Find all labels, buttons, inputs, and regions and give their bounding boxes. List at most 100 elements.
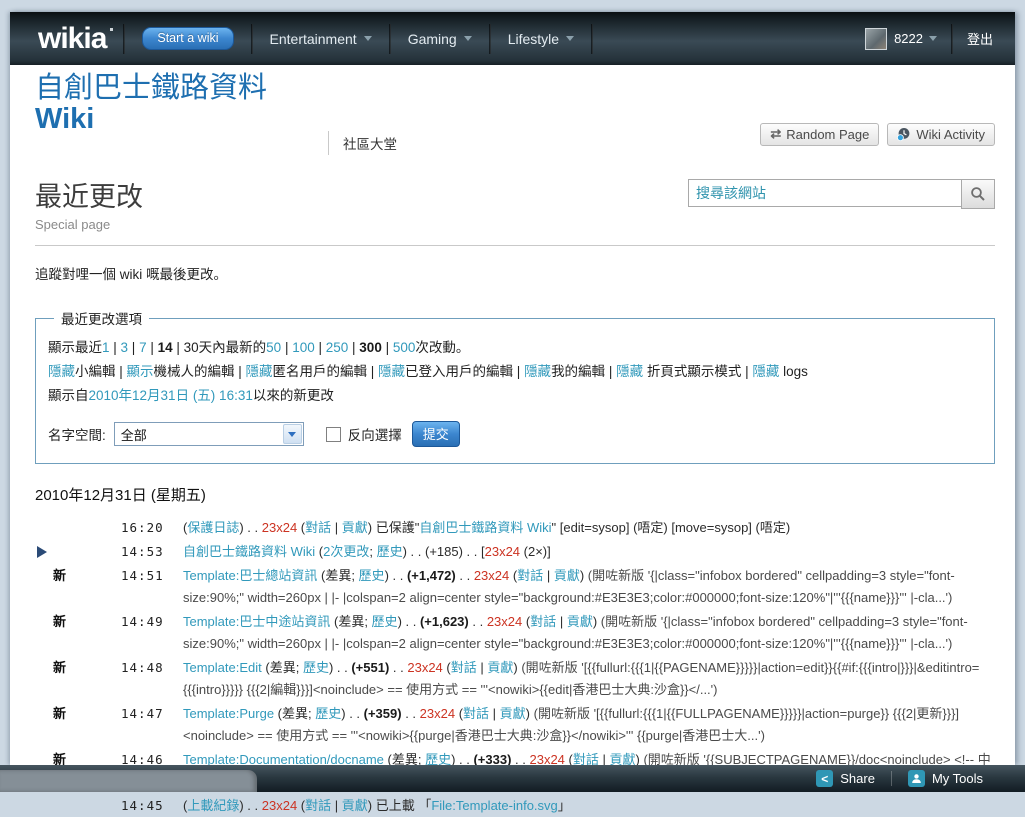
- toolbar-handle[interactable]: [0, 770, 257, 792]
- wiki-link[interactable]: 對話: [305, 520, 331, 535]
- wiki-link[interactable]: 7: [139, 340, 147, 355]
- expand-arrow-icon[interactable]: [37, 546, 47, 558]
- wiki-link[interactable]: 歷史: [377, 544, 403, 559]
- username-menu[interactable]: 8222: [894, 31, 937, 46]
- wiki-link[interactable]: 100: [292, 340, 315, 355]
- text-segment: |: [489, 706, 500, 721]
- my-tools-button[interactable]: My Tools: [907, 770, 983, 787]
- text-segment: ) . .: [397, 614, 420, 629]
- wiki-link[interactable]: 歷史: [315, 706, 341, 721]
- user-link[interactable]: 23x24: [420, 706, 455, 721]
- wiki-link[interactable]: 50: [266, 340, 281, 355]
- namespace-label: 名字空間:: [48, 428, 106, 443]
- rc-row: 新 14:48 Template:Edit (差異; 歷史) . . (+551) …: [35, 657, 995, 701]
- wiki-link[interactable]: 2010年12月31日 (五) 16:31: [89, 388, 253, 403]
- rc-content: Template:Purge (差異; 歷史) . . (+359) . . 2…: [183, 706, 959, 743]
- user-avatar[interactable]: [865, 27, 888, 50]
- username-label: 8222: [894, 31, 923, 46]
- search-button[interactable]: [961, 179, 995, 209]
- wiki-link[interactable]: 自創巴士鐵路資料 Wiki: [419, 520, 551, 535]
- rc-row: 新 14:51 Template:巴士總站資訊 (差異; 歷史) . . (+1,4…: [35, 565, 995, 609]
- wiki-link[interactable]: 隱藏: [378, 364, 405, 379]
- nav-lifestyle[interactable]: Lifestyle: [508, 31, 575, 47]
- wiki-link[interactable]: 自創巴士鐵路資料 Wiki: [183, 544, 315, 559]
- text-segment: ) 已上載 「: [367, 798, 432, 813]
- wiki-link[interactable]: 對話: [305, 798, 331, 813]
- wiki-link[interactable]: 歷史: [372, 614, 398, 629]
- shuffle-icon: ⇄: [770, 126, 782, 141]
- rc-time: 14:47: [121, 706, 164, 721]
- text-segment: ) 已保護": [367, 520, 420, 535]
- wiki-link[interactable]: 顯示: [127, 364, 154, 379]
- wiki-activity-button[interactable]: Wiki Activity: [887, 123, 995, 146]
- wiki-link[interactable]: 貢獻: [342, 798, 368, 813]
- user-link[interactable]: 23x24: [262, 798, 297, 813]
- wiki-link[interactable]: 2次更改: [323, 544, 369, 559]
- rc-content: 自創巴士鐵路資料 Wiki (2次更改; 歷史) . . (+185) . . …: [183, 544, 551, 559]
- wiki-link[interactable]: 對話: [530, 614, 556, 629]
- wiki-link[interactable]: 隱藏: [752, 364, 779, 379]
- rc-time: 14:45: [121, 798, 164, 813]
- wiki-link[interactable]: Template:巴士總站資訊: [183, 568, 317, 583]
- wiki-link[interactable]: 歷史: [303, 660, 329, 675]
- wiki-link[interactable]: 貢獻: [487, 660, 513, 675]
- nav-entertainment[interactable]: Entertainment: [270, 31, 372, 47]
- wiki-link[interactable]: 貢獻: [342, 520, 368, 535]
- user-link[interactable]: 23x24: [485, 544, 520, 559]
- user-link[interactable]: 23x24: [262, 520, 297, 535]
- wiki-title[interactable]: 自創巴士鐵路資料: [35, 72, 995, 104]
- wiki-link[interactable]: 貢獻: [500, 706, 526, 721]
- wiki-link[interactable]: 上載紀錄: [187, 798, 239, 813]
- wiki-link[interactable]: 隱藏: [524, 364, 551, 379]
- text-segment: 折頁式顯示模式 |: [643, 364, 753, 379]
- chevron-down-icon: [928, 36, 937, 41]
- rc-time: 16:20: [121, 520, 164, 535]
- wiki-link[interactable]: 對話: [463, 706, 489, 721]
- new-page-flag: 新: [53, 706, 67, 721]
- text-segment: |: [314, 340, 326, 355]
- intro-text: 追蹤對哩一個 wiki 嘅最後更改。: [35, 267, 227, 282]
- bottom-toolbar: < Share My Tools: [0, 765, 1025, 792]
- invert-checkbox[interactable]: [325, 426, 341, 442]
- wiki-link[interactable]: 3: [121, 340, 129, 355]
- wiki-link[interactable]: 歷史: [359, 568, 385, 583]
- text-segment: |: [331, 520, 342, 535]
- search-input[interactable]: [688, 179, 961, 207]
- share-button[interactable]: < Share: [816, 770, 875, 787]
- wiki-link[interactable]: 貢獻: [554, 568, 580, 583]
- wiki-link[interactable]: File:Template-info.svg: [431, 798, 557, 813]
- text-segment: ) . .: [384, 568, 407, 583]
- text-segment: 顯示自: [48, 388, 89, 403]
- wiki-link[interactable]: 隱藏: [246, 364, 273, 379]
- random-page-button[interactable]: ⇄ Random Page: [760, 123, 880, 146]
- start-a-wiki-button[interactable]: Start a wiki: [142, 27, 234, 50]
- namespace-select[interactable]: 全部: [113, 422, 304, 446]
- submit-button[interactable]: 提交: [411, 421, 460, 447]
- community-hall-link[interactable]: 社區大堂: [328, 131, 397, 155]
- wiki-link[interactable]: 對話: [517, 568, 543, 583]
- text-segment: (+551): [351, 660, 390, 675]
- wiki-link[interactable]: Template:Edit: [183, 660, 262, 675]
- wiki-link[interactable]: 貢獻: [567, 614, 593, 629]
- user-link[interactable]: 23x24: [407, 660, 442, 675]
- chevron-down-icon: [463, 36, 472, 41]
- rc-options-filters: 隱藏小編輯 | 顯示機械人的編輯 | 隱藏匿名用戶的編輯 | 隱藏已登入用戶的編…: [48, 360, 982, 384]
- wiki-link[interactable]: 1: [102, 340, 110, 355]
- wiki-link[interactable]: Template:巴士中途站資訊: [183, 614, 330, 629]
- wiki-link[interactable]: 隱藏: [48, 364, 75, 379]
- wiki-link[interactable]: 隱藏: [616, 364, 643, 379]
- logout-link[interactable]: 登出: [967, 29, 993, 48]
- user-link[interactable]: 23x24: [474, 568, 509, 583]
- user-link[interactable]: 23x24: [487, 614, 522, 629]
- wikia-logo[interactable]: wikia: [38, 22, 114, 56]
- rc-options-limits: 顯示最近1 | 3 | 7 | 14 | 30天內最新的50 | 100 | 2…: [48, 336, 982, 360]
- wiki-link[interactable]: 保護日誌: [187, 520, 239, 535]
- rc-date-heading: 2010年12月31日 (星期五): [35, 487, 206, 504]
- person-icon: [907, 770, 925, 787]
- nav-label: Entertainment: [269, 30, 357, 47]
- wiki-link[interactable]: 250: [326, 340, 349, 355]
- wiki-link[interactable]: 500: [393, 340, 416, 355]
- wiki-link[interactable]: Template:Purge: [183, 706, 274, 721]
- wiki-link[interactable]: 對話: [451, 660, 477, 675]
- nav-gaming[interactable]: Gaming: [408, 31, 472, 47]
